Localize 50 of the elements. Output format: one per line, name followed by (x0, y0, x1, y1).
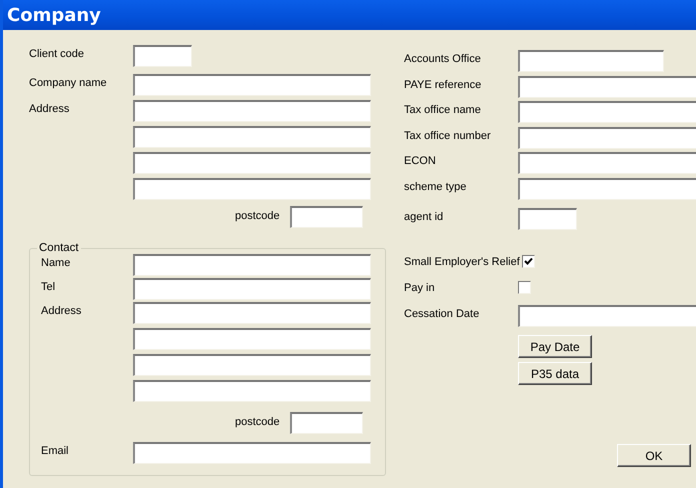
text-field[interactable] (133, 302, 371, 324)
field-label: Client code (29, 47, 86, 60)
text-field[interactable] (518, 76, 696, 98)
text-field[interactable] (133, 328, 371, 350)
text-field[interactable] (133, 100, 371, 122)
field-label: postcode (235, 415, 281, 428)
text-field[interactable] (133, 126, 371, 148)
postcode-field[interactable] (290, 412, 363, 434)
text-field[interactable] (133, 354, 371, 376)
field-label: Tel (41, 280, 56, 293)
field-label: agent id (404, 210, 444, 222)
text-field[interactable] (133, 380, 371, 402)
ok-button[interactable]: OK (617, 444, 691, 467)
text-field[interactable] (133, 178, 371, 200)
field-label: scheme type (404, 180, 468, 192)
field-label: ECON (404, 154, 437, 167)
text-field[interactable] (133, 45, 192, 67)
text-field[interactable] (133, 152, 371, 174)
checkbox[interactable] (522, 255, 535, 268)
field-label: Tax office name (404, 103, 482, 116)
text-field[interactable] (133, 74, 371, 96)
action-button[interactable]: P35 data (518, 362, 592, 385)
text-field[interactable] (133, 254, 371, 276)
field-label: Cessation Date (404, 307, 480, 320)
option-label: Small Employer's Relief (404, 255, 521, 268)
field-label: Email (41, 444, 70, 457)
text-field[interactable] (518, 126, 696, 148)
action-button[interactable]: Pay Date (518, 335, 592, 358)
field-label: postcode (235, 209, 281, 222)
checkbox[interactable] (518, 281, 531, 294)
field-label: Address (41, 304, 82, 317)
field-label: Accounts Office (404, 52, 482, 65)
email-field[interactable] (133, 442, 371, 464)
field-label: PAYE reference (404, 78, 482, 90)
text-field[interactable] (518, 208, 577, 230)
field-label: Address (29, 102, 70, 115)
group-title: Contact (38, 242, 80, 254)
text-field[interactable] (518, 50, 664, 72)
field-label: Company name (29, 76, 108, 89)
postcode-field[interactable] (290, 206, 363, 228)
text-field[interactable] (518, 178, 696, 200)
field-label: Tax office number (404, 128, 492, 142)
text-field[interactable] (518, 101, 696, 123)
window-title: Company (7, 4, 101, 26)
field-label: Name (41, 256, 72, 269)
option-label: Pay in (404, 281, 436, 294)
text-field[interactable] (133, 278, 371, 300)
date-field[interactable] (518, 305, 696, 327)
text-field[interactable] (518, 152, 696, 174)
check-icon (524, 257, 533, 266)
